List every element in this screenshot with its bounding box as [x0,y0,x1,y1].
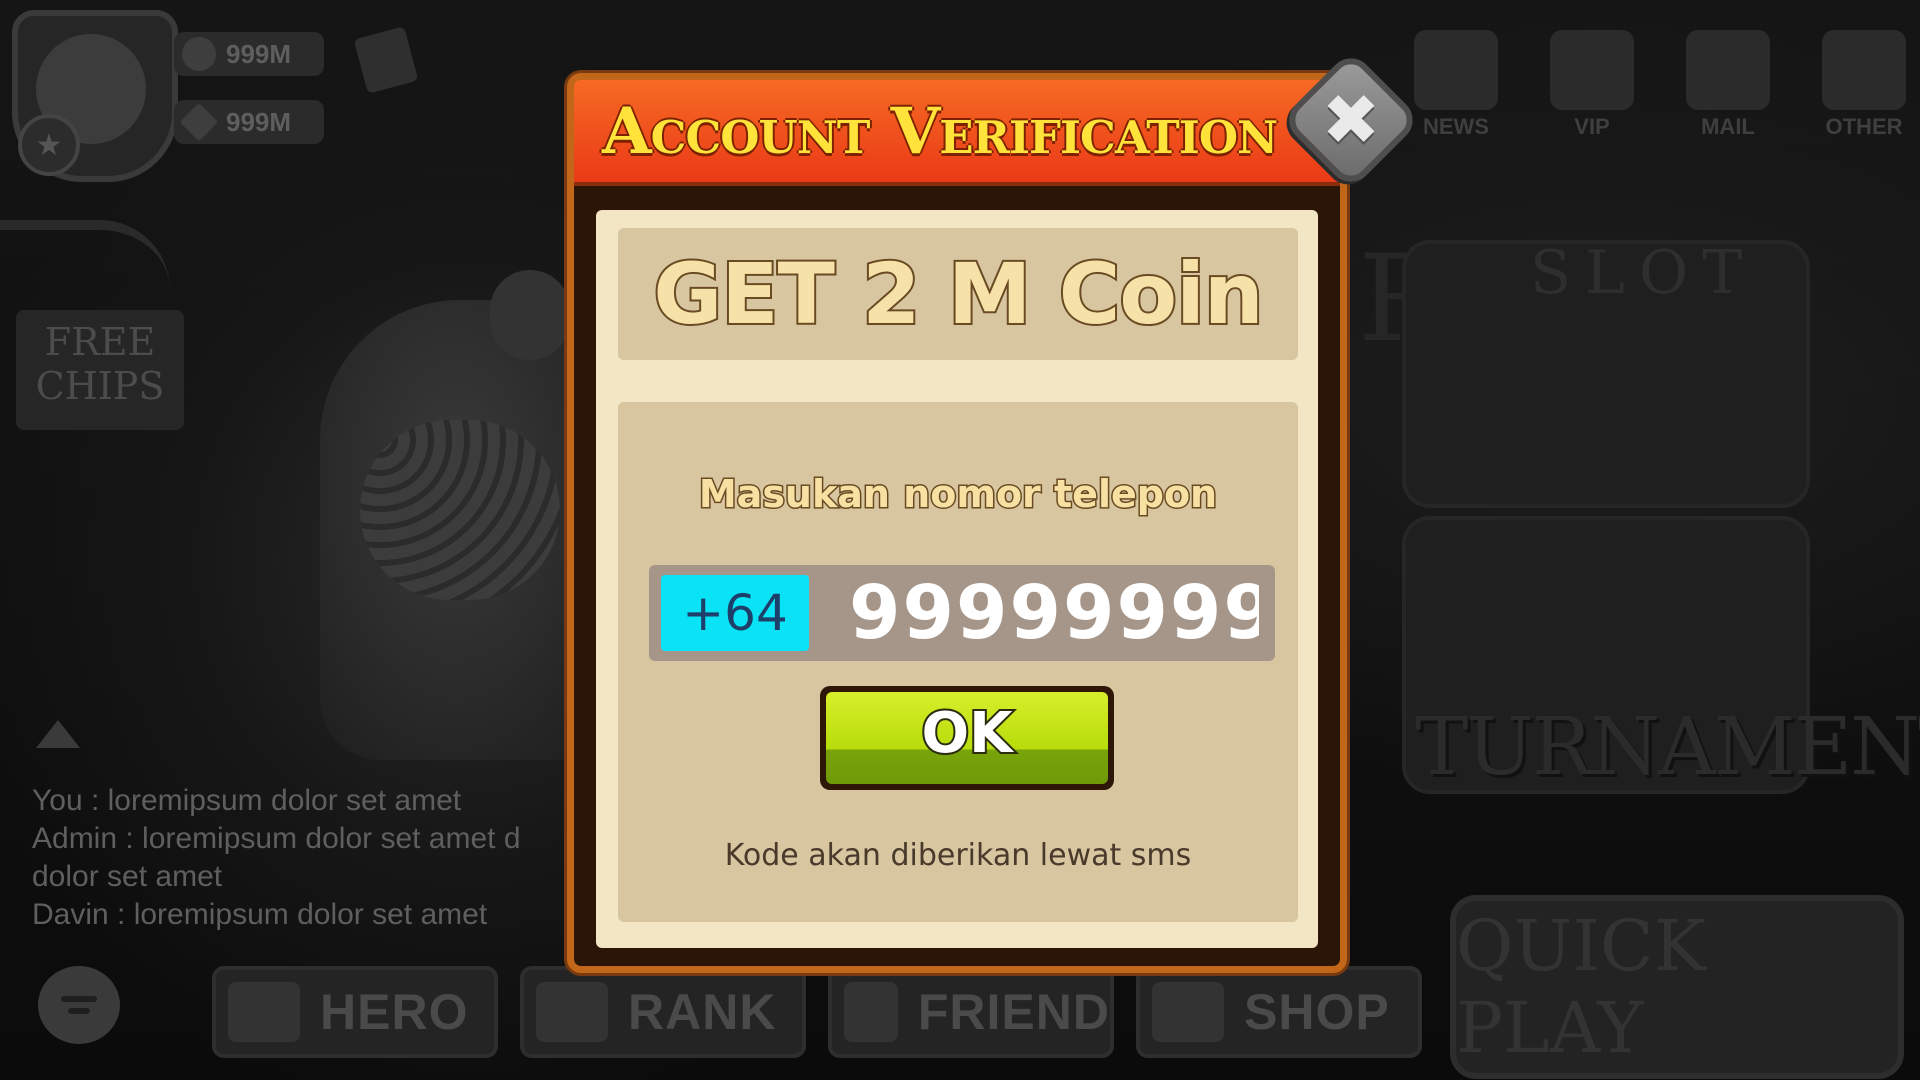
chat-bubble-line [68,1008,90,1014]
chat-bubble-icon[interactable] [38,966,120,1044]
nav-friend-label: FRIEND [917,984,1110,1040]
phone-form: Masukan nomor telepon +64 OK Kode akan d… [618,402,1298,922]
quick-play-button[interactable]: QUICK PLAY [1450,895,1904,1079]
nav-hero-label: HERO [320,984,469,1040]
news-icon [1414,30,1498,110]
dialog-body: GET 2 M Coin Masukan nomor telepon +64 O… [596,210,1318,948]
coin-balance[interactable]: 999M [174,32,324,76]
hero-head [490,270,570,360]
coin-balance-value: 999M [226,38,292,69]
menu-vip-label: VIP [1574,114,1610,139]
nav-shop-label: SHOP [1244,984,1390,1040]
gem-icon [179,102,219,142]
promo-text: GET 2 M Coin [651,243,1265,345]
chat-line: You : loremipsum dolor set amet [32,784,462,817]
nav-hero-button[interactable]: HERO [212,966,498,1058]
free-chips-line-2: CHIPS [35,364,165,408]
menu-vip[interactable]: VIP [1536,20,1648,150]
gem-balance[interactable]: 999M [174,100,324,144]
top-menu: NEWS VIP MAIL OTHER [1400,20,1920,150]
phone-number-input[interactable] [849,571,1259,655]
close-icon: ✖ [1321,79,1381,161]
level-star-icon: ★ [18,114,80,176]
mail-icon [1686,30,1770,110]
phone-prompt: Masukan nomor telepon [697,471,1218,518]
menu-mail-label: MAIL [1701,114,1755,139]
crown-icon [536,982,608,1042]
chat-line: Davin : loremipsum dolor set amet [32,898,488,931]
gem-balance-value: 999M [226,106,292,137]
friend-icon [844,982,898,1042]
free-chips-sign[interactable]: FREE CHIPS [0,220,184,430]
ok-button-label: OK [920,699,1015,768]
chat-expand-icon[interactable] [36,720,80,748]
sms-hint: Kode akan diberikan lewat sms [724,838,1192,873]
ok-button[interactable]: OK [820,686,1114,790]
menu-other[interactable]: OTHER [1808,20,1920,150]
nav-rank-button[interactable]: RANK [520,966,806,1058]
ok-button-face: OK [826,692,1108,784]
close-button[interactable]: ✖ [1280,49,1422,191]
chat-bubble-line [61,996,97,1002]
hero-arm [360,420,560,600]
menu-other-label: OTHER [1825,114,1903,139]
nav-shop-button[interactable]: SHOP [1136,966,1422,1058]
promo-banner: GET 2 M Coin [618,228,1298,360]
cards-icon [228,982,300,1042]
bottom-nav: HERO RANK FRIEND SHOP [212,966,1422,1058]
chat-line: Admin : loremipsum dolor set amet d [32,822,521,855]
chat-line: dolor set amet [32,860,223,893]
dialog-title: Account Verification [602,94,1278,169]
temple-icon [1550,30,1634,110]
player-avatar[interactable]: ★ [12,10,178,182]
account-verification-dialog: Account Verification GET 2 M Coin Masuka… [567,73,1347,973]
menu-mail[interactable]: MAIL [1672,20,1784,150]
dialog-header: Account Verification [574,80,1340,186]
nav-friend-button[interactable]: FRIEND [828,966,1114,1058]
tournament-label: TURNAMENT [1415,700,1920,793]
coin-icon [182,37,216,71]
list-icon [1822,30,1906,110]
slot-label: SLOT [1530,238,1757,308]
free-chips-line-1: FREE [44,320,156,364]
chest-icon [1152,982,1224,1042]
country-code-selector[interactable]: +64 [661,575,809,651]
phone-field: +64 [649,565,1275,661]
quick-play-label: QUICK PLAY [1456,905,1706,1069]
nav-rank-label: RANK [628,984,777,1040]
chat-log: You : loremipsum dolor set amet Admin : … [32,782,592,934]
